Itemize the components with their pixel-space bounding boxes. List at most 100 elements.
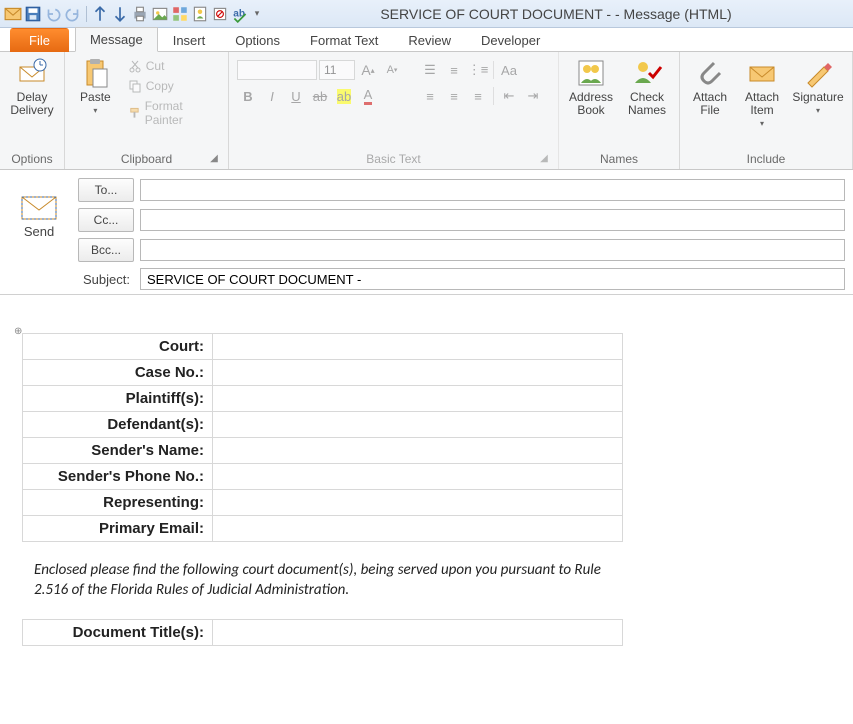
- group-clipboard: Paste ▾ Cut Copy Format Painter Clipboar…: [65, 52, 229, 169]
- message-body[interactable]: ⊕ Court: Case No.: Plaintiff(s): Defenda…: [0, 295, 853, 670]
- insert-picture-icon[interactable]: [151, 5, 169, 23]
- check-names-button[interactable]: Check Names: [621, 55, 673, 117]
- representing-value[interactable]: [213, 490, 623, 516]
- numbering-icon[interactable]: ≡: [443, 59, 465, 81]
- signature-button[interactable]: Signature ▾: [790, 55, 846, 117]
- save-icon[interactable]: [24, 5, 42, 23]
- multilevel-list-icon[interactable]: ⋮≡: [467, 59, 489, 81]
- group-options: Delay Delivery Options: [0, 52, 65, 169]
- tab-file[interactable]: File: [10, 28, 69, 52]
- plaintiffs-value[interactable]: [213, 386, 623, 412]
- send-button[interactable]: Send: [8, 178, 70, 290]
- sender-name-value[interactable]: [213, 438, 623, 464]
- font-color-button[interactable]: A: [357, 85, 379, 107]
- court-value[interactable]: [213, 334, 623, 360]
- shrink-font-icon[interactable]: A▾: [381, 59, 403, 81]
- sender-phone-value[interactable]: [213, 464, 623, 490]
- align-center-icon[interactable]: ≡: [443, 85, 465, 107]
- court-label[interactable]: Court:: [23, 334, 213, 360]
- table-row: Plaintiff(s):: [23, 386, 623, 412]
- attach-file-button[interactable]: Attach File: [686, 55, 734, 117]
- tab-format-text[interactable]: Format Text: [295, 28, 393, 52]
- italic-button[interactable]: I: [261, 85, 283, 107]
- representing-label[interactable]: Representing:: [23, 490, 213, 516]
- primary-email-value[interactable]: [213, 516, 623, 542]
- dialog-launcher-icon[interactable]: ◢: [538, 153, 550, 165]
- bold-button[interactable]: B: [237, 85, 259, 107]
- check-names-label: Check Names: [628, 91, 666, 117]
- highlight-button[interactable]: ab: [333, 85, 355, 107]
- defendants-label[interactable]: Defendant(s):: [23, 412, 213, 438]
- font-name-combo[interactable]: [237, 60, 317, 80]
- bcc-field[interactable]: [140, 239, 845, 261]
- sender-phone-label[interactable]: Sender's Phone No.:: [23, 464, 213, 490]
- paste-label: Paste: [80, 91, 111, 104]
- doc-titles-value[interactable]: [213, 619, 623, 645]
- tab-options[interactable]: Options: [220, 28, 295, 52]
- to-field[interactable]: [140, 179, 845, 201]
- table-row: Sender's Phone No.:: [23, 464, 623, 490]
- format-painter-label: Format Painter: [145, 99, 218, 127]
- align-left-icon[interactable]: ≡: [419, 85, 441, 107]
- strikethrough-button[interactable]: ab: [309, 85, 331, 107]
- redo-icon[interactable]: [64, 5, 82, 23]
- cc-field[interactable]: [140, 209, 845, 231]
- tab-insert[interactable]: Insert: [158, 28, 221, 52]
- categorize-icon[interactable]: [171, 5, 189, 23]
- dialog-launcher-icon[interactable]: ◢: [208, 153, 220, 165]
- next-item-icon[interactable]: [111, 5, 129, 23]
- qat-customize-icon[interactable]: ▾: [251, 5, 263, 23]
- delay-delivery-button[interactable]: Delay Delivery: [6, 55, 58, 117]
- tab-developer[interactable]: Developer: [466, 28, 555, 52]
- subject-field[interactable]: [140, 268, 845, 290]
- clear-formatting-icon[interactable]: Aa: [498, 59, 520, 81]
- format-painter-button[interactable]: Format Painter: [124, 97, 222, 129]
- address-book-button[interactable]: Address Book: [565, 55, 617, 117]
- previous-item-icon[interactable]: [91, 5, 109, 23]
- table-row: Sender's Name:: [23, 438, 623, 464]
- attach-item-button[interactable]: Attach Item ▾: [738, 55, 786, 130]
- copy-button[interactable]: Copy: [124, 77, 222, 95]
- decrease-indent-icon[interactable]: ⇤: [498, 85, 520, 107]
- document-info-table[interactable]: Court: Case No.: Plaintiff(s): Defendant…: [22, 333, 623, 542]
- plaintiffs-label[interactable]: Plaintiff(s):: [23, 386, 213, 412]
- table-row: Document Title(s):: [23, 619, 623, 645]
- increase-indent-icon[interactable]: ⇥: [522, 85, 544, 107]
- align-right-icon[interactable]: ≡: [467, 85, 489, 107]
- group-basic-text: A▴ A▾ B I U ab ab A ☰ ≡ ⋮≡ Aa: [229, 52, 559, 169]
- tab-review[interactable]: Review: [393, 28, 466, 52]
- table-row: Primary Email:: [23, 516, 623, 542]
- underline-button[interactable]: U: [285, 85, 307, 107]
- tab-message[interactable]: Message: [75, 27, 158, 52]
- bcc-button[interactable]: Bcc...: [78, 238, 134, 262]
- to-button[interactable]: To...: [78, 178, 134, 202]
- font-size-combo[interactable]: [319, 60, 355, 80]
- window-title: SERVICE OF COURT DOCUMENT - - Message (H…: [263, 6, 849, 22]
- sender-name-label[interactable]: Sender's Name:: [23, 438, 213, 464]
- document-titles-table[interactable]: Document Title(s):: [22, 619, 623, 646]
- permission-icon[interactable]: [211, 5, 229, 23]
- primary-email-label[interactable]: Primary Email:: [23, 516, 213, 542]
- outlook-icon[interactable]: [4, 5, 22, 23]
- address-book-label: Address Book: [569, 91, 613, 117]
- undo-icon[interactable]: [44, 5, 62, 23]
- defendants-value[interactable]: [213, 412, 623, 438]
- spelling-icon[interactable]: ab: [231, 5, 249, 23]
- svg-text:ab: ab: [233, 8, 245, 19]
- paste-button[interactable]: Paste ▾: [71, 55, 120, 117]
- address-book-qat-icon[interactable]: [191, 5, 209, 23]
- bullets-icon[interactable]: ☰: [419, 59, 441, 81]
- title-bar: ab ▾ SERVICE OF COURT DOCUMENT - - Messa…: [0, 0, 853, 28]
- cut-button[interactable]: Cut: [124, 57, 222, 75]
- print-icon[interactable]: [131, 5, 149, 23]
- grow-font-icon[interactable]: A▴: [357, 59, 379, 81]
- attach-item-label: Attach Item: [745, 91, 779, 117]
- table-row: Defendant(s):: [23, 412, 623, 438]
- case-no-label[interactable]: Case No.:: [23, 360, 213, 386]
- chevron-down-icon: ▾: [816, 104, 820, 117]
- case-no-value[interactable]: [213, 360, 623, 386]
- table-row: Representing:: [23, 490, 623, 516]
- cc-button[interactable]: Cc...: [78, 208, 134, 232]
- doc-titles-label[interactable]: Document Title(s):: [23, 619, 213, 645]
- body-paragraph[interactable]: Enclosed please find the following court…: [22, 542, 622, 619]
